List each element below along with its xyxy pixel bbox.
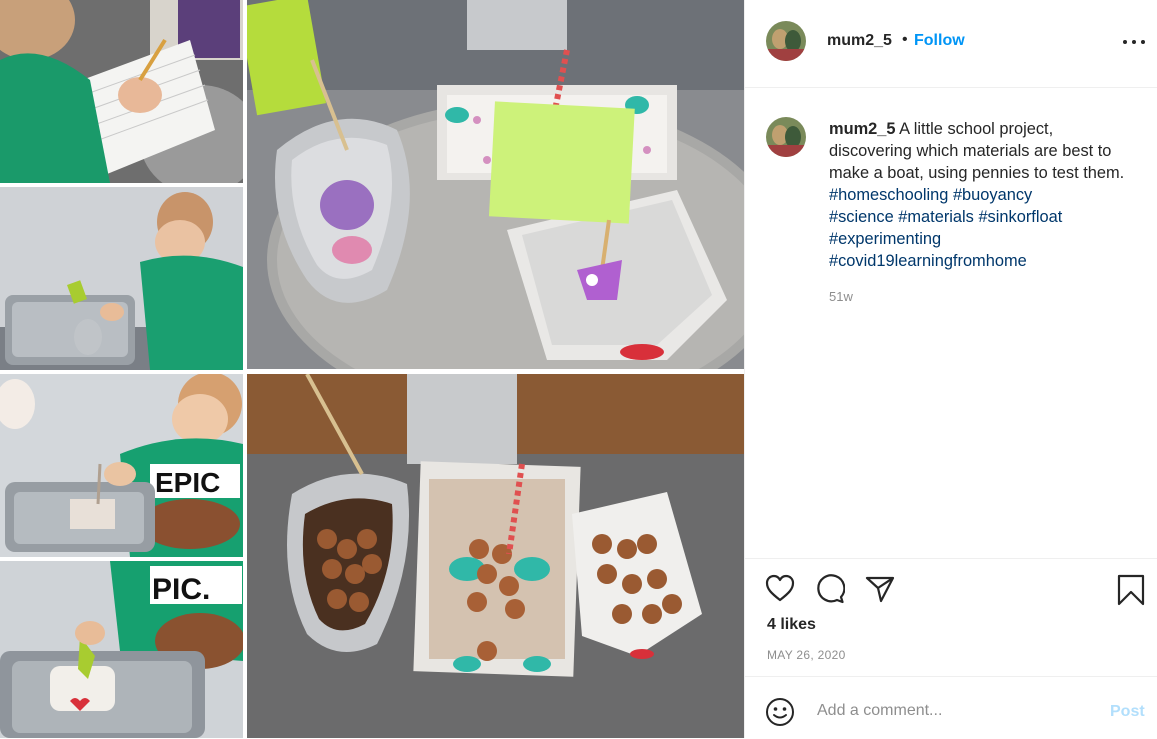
likes-count[interactable]: 4 likes <box>767 616 816 634</box>
more-horizontal-icon[interactable] <box>1123 34 1145 48</box>
bookmark-icon[interactable] <box>1117 574 1145 606</box>
comment-input[interactable] <box>815 701 1089 721</box>
post-date[interactable]: MAY 26, 2020 <box>767 648 846 662</box>
hashtag-link[interactable]: #covid19learningfromhome <box>829 252 1027 270</box>
post-photo[interactable]: EPIC PIC. <box>0 0 744 738</box>
follow-button[interactable]: Follow <box>914 32 965 50</box>
caption-avatar[interactable] <box>766 117 806 157</box>
hashtag-link[interactable]: #science <box>829 208 894 226</box>
photo-child-epic-shirt: EPIC <box>0 374 243 557</box>
post-comment-button[interactable]: Post <box>1110 703 1145 721</box>
hashtag-link[interactable]: #materials <box>898 208 974 226</box>
comment-icon[interactable] <box>815 574 846 604</box>
hashtag-link[interactable]: #homeschooling <box>829 186 948 204</box>
post-sidebar: mum2_5 • Follow mum2_5 A little school p… <box>744 0 1157 738</box>
hashtag-link[interactable]: #buoyancy <box>953 186 1032 204</box>
post-caption: mum2_5 A little school project, discover… <box>829 118 1129 272</box>
photo-boats-pennies <box>247 374 744 738</box>
actions-divider <box>745 558 1157 559</box>
photo-child-writing <box>0 0 243 183</box>
paper-plane-icon[interactable] <box>865 575 895 603</box>
photo-child-tub <box>0 187 243 370</box>
avatar[interactable] <box>766 21 806 61</box>
hashtag-link[interactable]: #sinkorfloat <box>978 208 1062 226</box>
photo-boats-table <box>247 0 744 369</box>
post-header: mum2_5 • Follow <box>745 0 1157 88</box>
hashtag-link[interactable]: #experimenting <box>829 230 941 248</box>
photo-child-boat-tub: PIC. <box>0 561 243 738</box>
svg-text:EPIC: EPIC <box>155 467 220 498</box>
header-separator-dot: • <box>902 31 908 48</box>
post-age[interactable]: 51w <box>829 289 853 304</box>
smiley-icon[interactable] <box>765 697 795 727</box>
header-username[interactable]: mum2_5 <box>827 32 892 50</box>
heart-icon[interactable] <box>765 574 795 602</box>
comment-bar: Post <box>745 676 1157 739</box>
svg-text:PIC.: PIC. <box>152 573 210 606</box>
caption-username[interactable]: mum2_5 <box>829 120 896 138</box>
